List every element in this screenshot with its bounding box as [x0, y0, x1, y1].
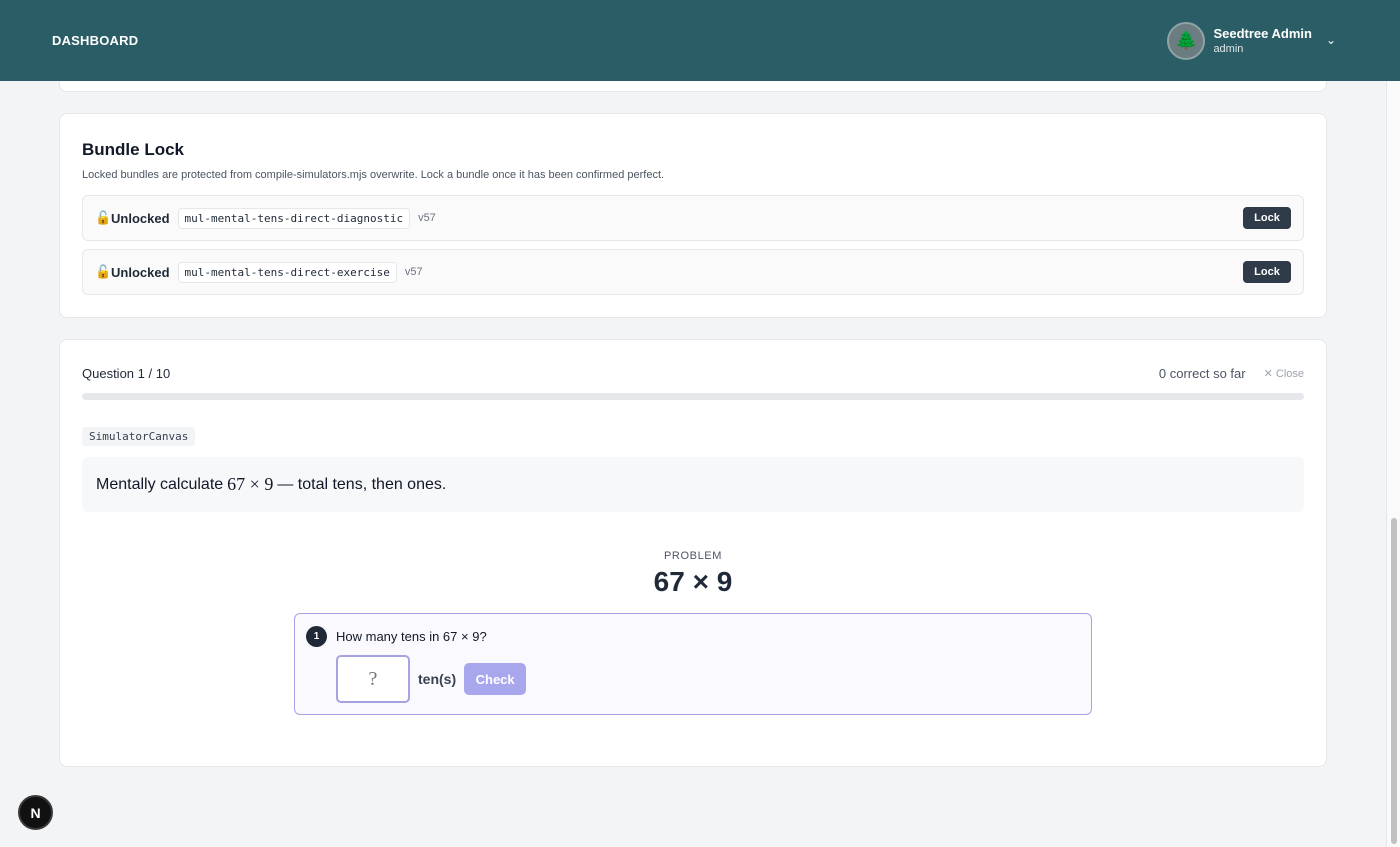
lock-button[interactable]: Lock: [1243, 207, 1291, 229]
prompt-math: 67 × 9: [227, 474, 274, 494]
bundle-id: mul-mental-tens-direct-exercise: [177, 261, 397, 283]
unlocked-icon: 🔓: [95, 210, 112, 225]
step-question: How many tens in 67 × 9?: [336, 629, 487, 644]
bundle-row: 🔓 Unlocked mul-mental-tens-direct-diagno…: [82, 195, 1304, 241]
bundle-version: v57: [404, 266, 423, 278]
bundle-status: Unlocked: [111, 210, 170, 226]
unlocked-icon: 🔓: [95, 264, 112, 279]
close-button[interactable]: ✕ Close: [1264, 367, 1304, 380]
check-button[interactable]: Check: [464, 663, 527, 695]
close-label: Close: [1275, 368, 1304, 380]
bundle-lock-card: Bundle Lock Locked bundles are protected…: [59, 113, 1327, 318]
prompt-text-before: Mentally calculate: [96, 475, 224, 493]
user-role: admin: [1213, 43, 1244, 55]
question-header-right: 0 correct so far ✕ Close: [1159, 366, 1304, 381]
bundle-lock-title: Bundle Lock: [82, 140, 185, 159]
question-header: Question 1 / 10 0 correct so far ✕ Close: [82, 366, 1304, 381]
step-box: 1 How many tens in 67 × 9? ten(s) Check: [294, 613, 1092, 715]
problem-label: PROBLEM: [664, 550, 722, 562]
unit-label: ten(s): [418, 671, 457, 687]
close-icon: ✕: [1263, 368, 1273, 380]
scrollbar[interactable]: [1386, 81, 1400, 847]
user-name: Seedtree Admin: [1213, 26, 1312, 41]
top-nav-bar: DASHBOARD 🌲 Seedtree Admin admin ⌄: [0, 0, 1400, 81]
answer-input[interactable]: [336, 655, 410, 703]
user-info: Seedtree Admin admin: [1213, 26, 1312, 55]
user-menu[interactable]: 🌲 Seedtree Admin admin ⌄: [1167, 21, 1336, 60]
scrollbar-thumb[interactable]: [1391, 518, 1397, 844]
bundle-lock-description: Locked bundles are protected from compil…: [82, 169, 665, 181]
lock-button[interactable]: Lock: [1243, 261, 1291, 283]
chevron-down-icon[interactable]: ⌄: [1326, 33, 1336, 47]
progress-bar: [82, 393, 1304, 400]
step-answer-row: ten(s) Check: [336, 655, 1091, 703]
bundle-id: mul-mental-tens-direct-diagnostic: [177, 207, 411, 229]
score-text: 0 correct so far: [1158, 366, 1246, 381]
bundle-status: Unlocked: [111, 264, 170, 280]
dev-tools-badge[interactable]: N: [18, 795, 53, 830]
step-number: 1: [306, 626, 327, 647]
prompt-box: Mentally calculate 67 × 9 — total tens, …: [82, 457, 1304, 512]
step-header: 1 How many tens in 67 × 9?: [306, 626, 1091, 647]
prompt-text-after: — total tens, then ones.: [277, 475, 447, 493]
tree-icon: 🌲: [1175, 30, 1198, 50]
avatar[interactable]: 🌲: [1167, 21, 1206, 60]
problem-expression: 67 × 9: [653, 566, 733, 597]
bundle-version: v57: [418, 212, 436, 224]
simulator-card: Question 1 / 10 0 correct so far ✕ Close…: [59, 339, 1327, 767]
question-counter: Question 1 / 10: [82, 366, 171, 381]
bundle-row: 🔓 Unlocked mul-mental-tens-direct-exerci…: [82, 249, 1304, 295]
dashboard-title[interactable]: DASHBOARD: [52, 33, 138, 48]
canvas-tag: SimulatorCanvas: [82, 427, 196, 446]
